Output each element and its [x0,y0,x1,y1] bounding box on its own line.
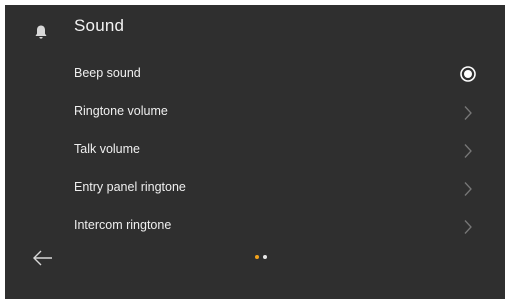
menu-item-talk-volume[interactable]: Talk volume [5,131,505,169]
arrow-left-icon[interactable] [31,248,55,268]
chevron-right-icon [463,143,473,159]
bell-icon [34,24,48,40]
menu-item-label: Beep sound [74,66,141,80]
page-indicator [255,255,275,261]
chevron-right-icon [463,105,473,121]
radio-selected-icon[interactable] [460,66,476,82]
header: Sound [5,5,505,49]
chevron-right-icon [463,219,473,235]
page-title: Sound [74,16,125,35]
menu-item-intercom-ringtone[interactable]: Intercom ringtone [5,207,505,245]
chevron-right-icon [463,181,473,197]
menu-item-label: Talk volume [74,142,140,156]
page-dot-active [255,255,259,259]
menu-item-label: Ringtone volume [74,104,168,118]
menu-item-entry-panel-ringtone[interactable]: Entry panel ringtone [5,169,505,207]
menu-item-ringtone-volume[interactable]: Ringtone volume [5,93,505,131]
menu-item-label: Intercom ringtone [74,218,172,232]
page-dot [263,255,267,259]
menu-item-beep-sound[interactable]: Beep sound [5,55,505,93]
menu-item-label: Entry panel ringtone [74,180,186,194]
sound-settings-screen: Sound Beep sound Ringtone volume Talk vo… [5,5,505,299]
